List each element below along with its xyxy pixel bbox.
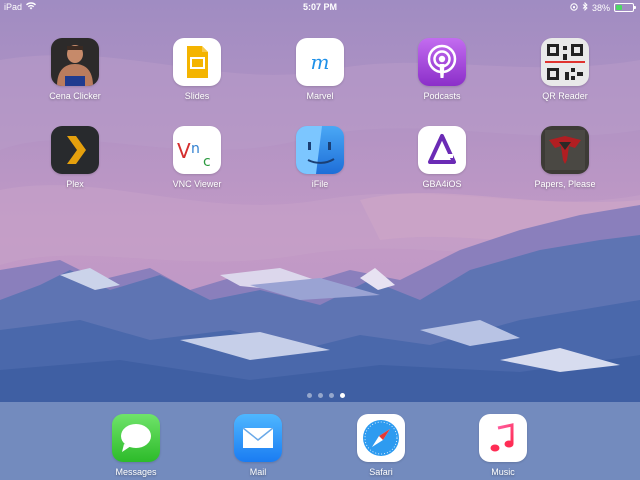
- svg-text:c: c: [203, 154, 211, 170]
- status-bar: iPad 5:07 PM 38%: [0, 0, 640, 14]
- app-gba4ios[interactable]: GBA4iOS: [397, 126, 487, 189]
- app-cena-clicker[interactable]: Cena Clicker: [30, 38, 120, 101]
- papers-please-eagle-icon: [541, 126, 589, 174]
- finder-face-icon: [296, 126, 344, 174]
- svg-text:V: V: [177, 139, 191, 163]
- qr-code-icon: [541, 38, 589, 86]
- safari-compass-icon: [357, 414, 405, 462]
- gba4ios-icon: [418, 126, 466, 174]
- cena-clicker-icon: [51, 38, 99, 86]
- marvel-icon: m: [296, 38, 344, 86]
- app-podcasts[interactable]: Podcasts: [397, 38, 487, 101]
- app-ifile[interactable]: iFile: [275, 126, 365, 189]
- app-slides[interactable]: Slides: [152, 38, 242, 101]
- app-qr-reader[interactable]: QR Reader: [520, 38, 610, 101]
- app-vnc-viewer[interactable]: Vnc VNC Viewer: [152, 126, 242, 189]
- vnc-icon: Vnc: [173, 126, 221, 174]
- rotation-lock-icon: [570, 2, 578, 13]
- music-note-icon: [479, 414, 527, 462]
- page-dot[interactable]: [329, 393, 334, 398]
- battery-level: [616, 5, 623, 10]
- page-dot[interactable]: [340, 393, 345, 398]
- dock-app-safari[interactable]: Safari: [336, 414, 426, 477]
- svg-text:n: n: [191, 141, 200, 157]
- app-marvel[interactable]: m Marvel: [275, 38, 365, 101]
- slides-icon: [173, 38, 221, 86]
- dock-app-music[interactable]: Music: [458, 414, 548, 477]
- status-time: 5:07 PM: [302, 2, 337, 12]
- plex-chevron-icon: [51, 126, 99, 174]
- app-papers-please[interactable]: Papers, Please: [520, 126, 610, 189]
- bluetooth-icon: [582, 1, 588, 13]
- mail-envelope-icon: [234, 414, 282, 462]
- dock-app-mail[interactable]: Mail: [213, 414, 303, 477]
- battery-percent: 38%: [591, 2, 610, 13]
- page-indicator[interactable]: [0, 393, 640, 398]
- dock: Messages Mail Safari Music: [0, 402, 640, 480]
- page-dot[interactable]: [307, 393, 312, 398]
- podcasts-icon: [418, 38, 466, 86]
- page-dot[interactable]: [318, 393, 323, 398]
- battery-icon: [614, 3, 636, 12]
- messages-bubble-icon: [112, 414, 160, 462]
- svg-text:m: m: [311, 50, 330, 74]
- app-plex[interactable]: Plex: [30, 126, 120, 189]
- dock-app-messages[interactable]: Messages: [91, 414, 181, 477]
